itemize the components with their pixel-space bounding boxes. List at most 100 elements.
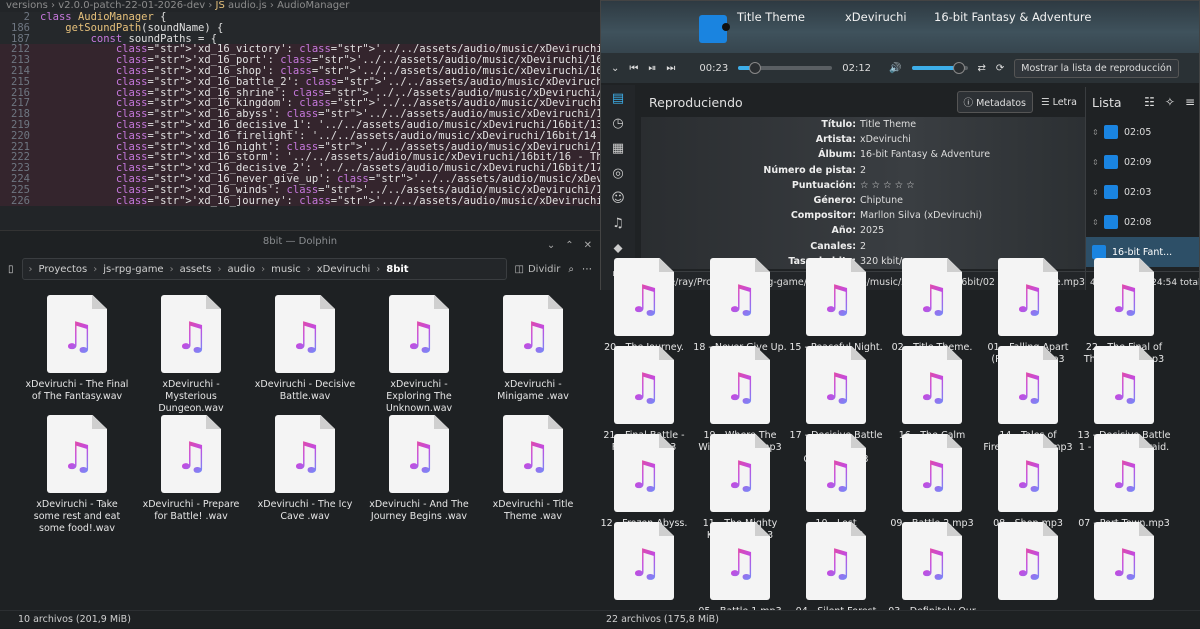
code-line[interactable]: 226 class="str">'xd_16_journey': class="… <box>0 196 600 207</box>
seek-knob[interactable] <box>749 62 761 74</box>
volume-icon[interactable]: 🔊 <box>889 63 901 74</box>
metadata-key: Compositor: <box>641 208 860 223</box>
seek-slider[interactable] <box>738 66 832 70</box>
metadata-value[interactable]: ☆ ☆ ☆ ☆ ☆ <box>860 178 915 193</box>
split-button[interactable]: ◫ Dividir <box>515 264 561 275</box>
file-item[interactable]: ♫05 - Battle 1.mp3 <box>692 522 788 618</box>
history-icon[interactable]: ◷ <box>612 116 623 131</box>
drag-handle-icon[interactable]: ⇕ <box>1092 158 1098 167</box>
metadata-row: Género:Chiptune <box>641 193 1085 208</box>
audio-file-icon: ♫ <box>161 415 221 493</box>
metadata-row: Álbum:16-bit Fantasy & Adventure <box>641 147 1085 162</box>
file-item[interactable]: ♫xDeviruchi - The Final of The Fantasy.w… <box>25 295 129 403</box>
radio-icon[interactable]: ◎ <box>612 166 623 181</box>
close-icon[interactable]: ✕ <box>584 235 592 257</box>
metadata-value: 16-bit Fantasy & Adventure <box>860 147 990 162</box>
drag-handle-icon[interactable]: ⇕ <box>1092 188 1098 197</box>
playlist-item[interactable]: ⇕02:08 <box>1086 207 1200 237</box>
drag-handle-icon[interactable]: ⇕ <box>1092 128 1098 137</box>
show-playlist-button[interactable]: Mostrar la lista de reproducción <box>1014 59 1179 78</box>
search-icon[interactable]: ⌕ <box>568 264 574 275</box>
lyrics-button[interactable]: ☰ Letra <box>1041 97 1077 108</box>
music-icon[interactable]: ♫ <box>612 216 624 231</box>
metadata-button[interactable]: ⓘ Metadatos <box>957 91 1033 113</box>
code-lines[interactable]: 2class AudioManager {186 getSoundPath(so… <box>0 12 600 206</box>
collection-icon[interactable]: ▦ <box>612 141 624 156</box>
duration-time: 02:12 <box>842 63 871 74</box>
breadcrumb-item[interactable]: assets <box>180 264 212 275</box>
artist-icon[interactable]: ☺ <box>611 191 625 206</box>
album-art-icon <box>699 15 727 43</box>
file-item[interactable]: ♫xDeviruchi - Exploring The Unknown.wav <box>367 295 471 415</box>
playlist-item[interactable]: ⇕ 02:05 <box>1086 117 1200 147</box>
breadcrumb-separator: › <box>307 264 311 275</box>
file-item[interactable]: ♫08 - Shop.mp3 <box>980 434 1076 530</box>
file-item[interactable]: ♫xDeviruchi - Mysterious Dungeon.wav <box>139 295 243 415</box>
breadcrumb-item[interactable]: Proyectos <box>39 264 88 275</box>
repeat-icon[interactable]: ⟳ <box>996 63 1004 74</box>
file-manager-right[interactable]: ♫20 - The Journey. mp3♫18 - Never Give U… <box>600 290 1200 628</box>
file-item[interactable]: ♫09 - Battle 2.mp3 <box>884 434 980 530</box>
breadcrumb-item[interactable]: xDeviruchi <box>317 264 371 275</box>
location-breadcrumb[interactable]: ›Proyectos›js-rpg-game›assets›audio›musi… <box>22 258 507 280</box>
file-item[interactable]: ♫xDeviruchi - Title Theme .wav <box>481 415 585 523</box>
playlist-view-icon[interactable]: ☷ <box>1144 95 1155 109</box>
previous-icon[interactable]: ⏮ <box>629 63 638 74</box>
sidebar-toggle-icon[interactable]: ▯ <box>8 264 14 275</box>
file-item[interactable]: ♫07 - Port Town.mp3 <box>1076 434 1172 530</box>
track-duration: 02:05 <box>1124 127 1151 138</box>
file-item[interactable]: ♫ <box>980 522 1076 600</box>
file-item[interactable]: ♫ <box>596 522 692 600</box>
audio-file-icon: ♫ <box>614 434 674 512</box>
status-bar: 22 archivos (175,8 MiB) <box>600 610 1200 628</box>
file-item[interactable]: ♫xDeviruchi - Decisive Battle.wav <box>253 295 357 403</box>
volume-slider[interactable] <box>912 66 968 70</box>
breadcrumb-item[interactable]: 8bit <box>386 264 408 275</box>
volume-knob[interactable] <box>953 62 965 74</box>
pause-icon[interactable]: ⏯ <box>648 63 656 74</box>
breadcrumb-item[interactable]: js-rpg-game <box>103 264 163 275</box>
metadata-key: Título: <box>641 117 860 132</box>
minimize-icon[interactable]: ⌄ <box>547 235 555 257</box>
breadcrumb-part[interactable]: audio.js <box>228 0 267 11</box>
file-name: xDeviruchi - Take some rest and eat some… <box>25 499 129 535</box>
breadcrumb-part[interactable]: v2.0.0-patch-22-01-2026-dev <box>58 0 205 11</box>
drag-handle-icon[interactable]: ⇕ <box>1092 218 1098 227</box>
code-editor[interactable]: versions › v2.0.0-patch-22-01-2026-dev ›… <box>0 0 600 230</box>
file-manager-left[interactable]: 8bit — Dolphin ⌄⌃✕ ▯ ›Proyectos›js-rpg-g… <box>0 230 600 628</box>
file-item[interactable]: ♫xDeviruchi - The Icy Cave .wav <box>253 415 357 523</box>
file-item[interactable]: ♫xDeviruchi - Take some rest and eat som… <box>25 415 129 535</box>
file-item[interactable]: ♫04 - Silent Forest <box>788 522 884 618</box>
file-item[interactable]: ♫xDeviruchi - Minigame .wav <box>481 295 585 403</box>
location-icon[interactable]: ⬥ <box>613 241 622 256</box>
breadcrumb-separator: › <box>29 264 33 275</box>
metadata-row: Canales:2 <box>641 239 1085 254</box>
file-item[interactable]: ♫xDeviruchi - And The Journey Begins .wa… <box>367 415 471 523</box>
shuffle-icon[interactable]: ⇄ <box>978 63 986 74</box>
maximize-icon[interactable]: ⌃ <box>565 235 573 257</box>
file-item[interactable]: ♫xDeviruchi - Prepare for Battle! .wav <box>139 415 243 523</box>
music-player-window[interactable]: Title Theme xDeviruchi 16-bit Fantasy & … <box>600 0 1200 300</box>
next-icon[interactable]: ⏭ <box>666 63 675 74</box>
js-icon: JS <box>216 0 225 11</box>
playback-controls: ⌄ ⏮ ⏯ ⏭ 00:23 02:12 🔊 ⇄ ⟳ Mostrar la lis… <box>601 53 1199 83</box>
playlist-item[interactable]: ⇕02:09 <box>1086 147 1200 177</box>
playlist-clean-icon[interactable]: ✧ <box>1165 95 1175 109</box>
file-name: xDeviruchi - The Icy Cave .wav <box>253 499 357 523</box>
playlist-item[interactable]: ⇕02:03 <box>1086 177 1200 207</box>
collapse-icon[interactable]: ⌄ <box>611 63 619 74</box>
audio-file-icon: ♫ <box>998 258 1058 336</box>
menu-icon[interactable]: ⋯ <box>582 264 592 275</box>
breadcrumb-item[interactable]: audio <box>227 264 255 275</box>
breadcrumb-part[interactable]: AudioManager <box>277 0 349 11</box>
breadcrumb-part[interactable]: versions <box>6 0 48 11</box>
playlist-menu-icon[interactable]: ≡ <box>1185 95 1195 109</box>
audio-file-icon: ♫ <box>1094 258 1154 336</box>
file-item[interactable]: ♫03 - Definitely Our <box>884 522 980 618</box>
breadcrumb-item[interactable]: music <box>271 264 301 275</box>
file-name: xDeviruchi - The Final of The Fantasy.wa… <box>25 379 129 403</box>
now-playing-panel: Reproduciendo ⓘ Metadatos ☰ Letra Título… <box>641 87 1085 277</box>
now-playing-icon[interactable]: ▤ <box>612 91 624 106</box>
file-item[interactable]: ♫ <box>1076 522 1172 600</box>
metadata-value: 2025 <box>860 223 884 238</box>
